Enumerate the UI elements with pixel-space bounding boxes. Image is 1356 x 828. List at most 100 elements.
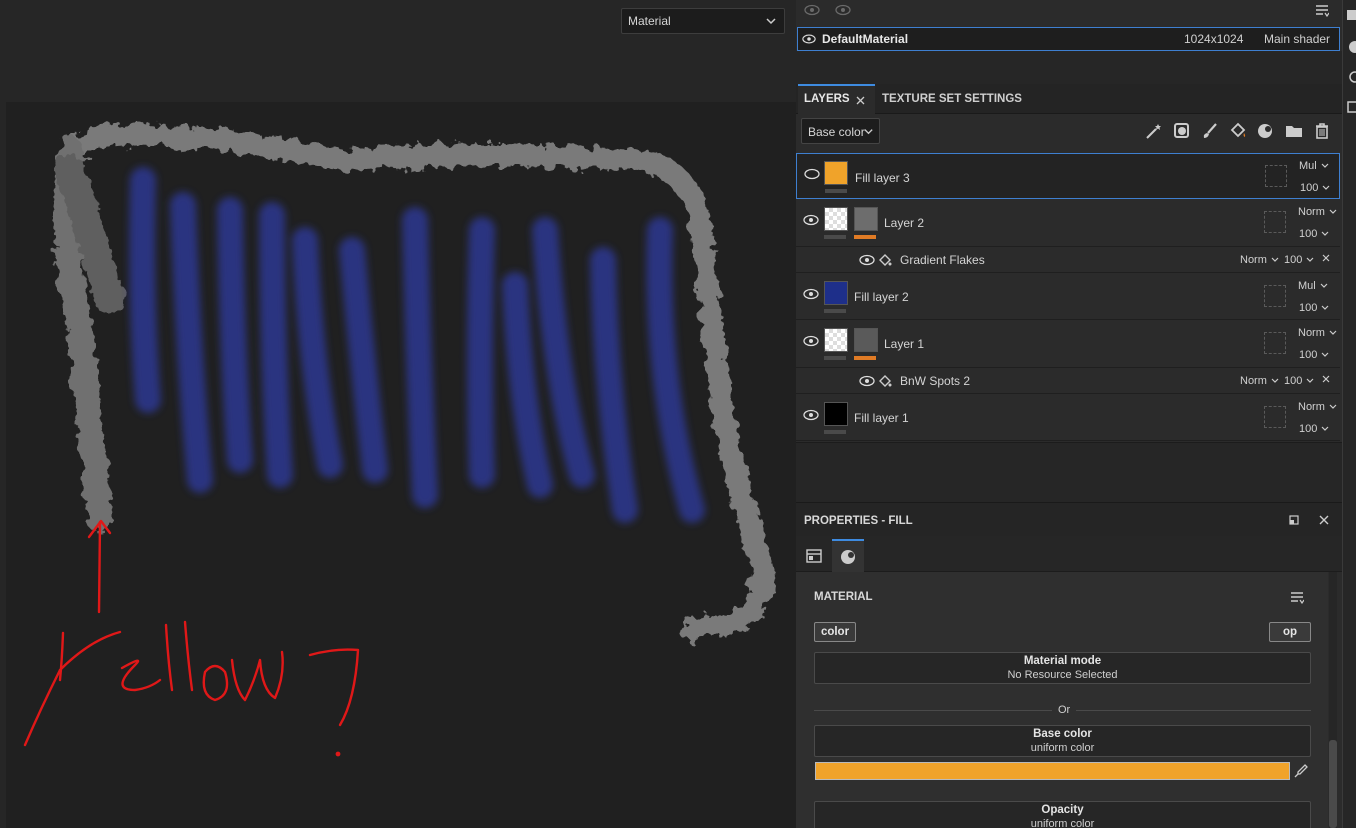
material-mode-slot[interactable]: Material mode No Resource Selected <box>814 652 1311 684</box>
layer-opacity[interactable]: 100 <box>1299 349 1329 361</box>
eye-icon[interactable] <box>803 409 819 421</box>
layer-blend-mode[interactable]: Norm <box>1298 401 1337 413</box>
viewport[interactable]: Material <box>0 0 796 828</box>
layers-toolbar: Base color <box>796 114 1342 152</box>
layer-name[interactable]: Fill layer 3 <box>855 171 910 185</box>
close-icon[interactable] <box>1322 254 1330 262</box>
effect-opacity[interactable]: 100 <box>1284 375 1314 387</box>
fill-icon[interactable] <box>1228 121 1248 141</box>
material-icon[interactable] <box>1346 40 1356 54</box>
properties-header: PROPERTIES - FILL <box>796 502 1342 536</box>
eye-icon[interactable] <box>802 33 816 45</box>
magic-wand-icon[interactable] <box>1144 121 1164 141</box>
effect-opacity[interactable]: 100 <box>1284 254 1314 266</box>
display-settings-icon[interactable] <box>1346 100 1356 114</box>
blend-value: Mul <box>1299 160 1317 172</box>
tab-material-properties[interactable] <box>832 539 864 572</box>
layer-name[interactable]: Layer 2 <box>884 216 924 230</box>
eyedropper-icon[interactable] <box>1294 764 1308 778</box>
close-icon[interactable] <box>1318 514 1330 526</box>
mask-thumbnail[interactable] <box>854 207 878 231</box>
menu-icon[interactable] <box>1315 3 1329 17</box>
layer-mask-slot[interactable] <box>1264 332 1286 354</box>
close-icon[interactable] <box>1322 375 1330 383</box>
scrollbar-thumb[interactable] <box>1329 740 1337 828</box>
folder-icon[interactable] <box>1284 121 1304 141</box>
properties-scrollbar[interactable] <box>1329 572 1337 828</box>
history-icon[interactable] <box>1346 70 1356 84</box>
texture-set-shader[interactable]: Main shader <box>1264 32 1330 46</box>
eye-icon[interactable] <box>803 335 819 347</box>
red-annotation <box>23 519 360 757</box>
shading-mode-select[interactable]: Material <box>621 8 785 34</box>
tab-fill-properties[interactable] <box>798 539 830 572</box>
layer-blend-mode[interactable]: Norm <box>1298 206 1337 218</box>
layer-opacity[interactable]: 100 <box>1299 228 1329 240</box>
layer-thumbnail[interactable] <box>824 402 848 426</box>
right-panel: DefaultMaterial 1024x1024 Main shader LA… <box>796 0 1342 828</box>
tab-texture-set-settings[interactable]: TEXTURE SET SETTINGS <box>882 84 1022 114</box>
texture-set-row[interactable]: DefaultMaterial 1024x1024 Main shader <box>797 27 1340 51</box>
layer-row-fill-layer-1[interactable]: Fill layer 1 Norm 100 <box>796 394 1340 441</box>
mask-active-bar <box>854 356 876 360</box>
effect-name[interactable]: Gradient Flakes <box>900 253 985 267</box>
eye-icon[interactable] <box>803 288 819 300</box>
hide-icon[interactable] <box>804 3 820 17</box>
layer-name[interactable]: Layer 1 <box>884 337 924 351</box>
effect-row-gradient-flakes[interactable]: Gradient Flakes Norm 100 <box>796 247 1340 273</box>
color-channel-chip[interactable]: color <box>814 622 856 642</box>
base-color-title: Base color <box>1033 728 1092 740</box>
effect-blend-mode[interactable]: Norm <box>1240 375 1279 387</box>
layer-blend-mode[interactable]: Mul <box>1298 280 1328 292</box>
layer-thumbnail[interactable] <box>824 328 848 352</box>
trash-icon[interactable] <box>1312 121 1332 141</box>
base-color-slot[interactable]: Base color uniform color <box>814 725 1311 757</box>
layer-opacity[interactable]: 100 <box>1299 423 1329 435</box>
texture-set-toolbar <box>796 0 1342 26</box>
layer-mask-slot[interactable] <box>1265 165 1287 187</box>
layer-opacity[interactable]: 100 <box>1299 302 1329 314</box>
base-color-swatch[interactable] <box>815 762 1290 780</box>
texture-set-list-area <box>796 51 1342 84</box>
layer-blend-mode[interactable]: Mul <box>1299 160 1329 172</box>
smart-mask-icon[interactable] <box>1172 121 1192 141</box>
eye-icon[interactable] <box>859 375 875 387</box>
opacity-slot[interactable]: Opacity uniform color <box>814 801 1311 828</box>
layer-row-fill-layer-3[interactable]: Fill layer 3 Mul 100 <box>796 153 1340 199</box>
effect-row-bnw-spots-2[interactable]: BnW Spots 2 Norm 100 <box>796 368 1340 394</box>
layer-row-layer-2[interactable]: Layer 2 Norm 100 <box>796 199 1340 247</box>
effect-name[interactable]: BnW Spots 2 <box>900 374 970 388</box>
eye-icon[interactable] <box>804 168 820 180</box>
undock-icon[interactable] <box>1288 514 1300 526</box>
tab-layers[interactable]: LAYERS <box>798 84 875 114</box>
layer-mask-slot[interactable] <box>1264 406 1286 428</box>
layer-mask-slot[interactable] <box>1264 285 1286 307</box>
layer-name[interactable]: Fill layer 2 <box>854 290 909 304</box>
layer-name[interactable]: Fill layer 1 <box>854 411 909 425</box>
layer-mask-slot[interactable] <box>1264 211 1286 233</box>
brush-icon[interactable] <box>1200 121 1220 141</box>
chevron-down-icon <box>1321 163 1329 168</box>
opacity-value: 100 <box>1299 349 1318 361</box>
layer-thumbnail[interactable] <box>824 207 848 231</box>
channel-value: Base color <box>808 125 865 139</box>
layer-blend-mode[interactable]: Norm <box>1298 327 1337 339</box>
layer-opacity[interactable]: 100 <box>1300 182 1330 194</box>
layer-thumbnail[interactable] <box>824 281 848 305</box>
menu-icon[interactable] <box>1290 590 1304 604</box>
texture-set-list-icon[interactable] <box>1346 8 1356 22</box>
layer-row-layer-1[interactable]: Layer 1 Norm 100 <box>796 320 1340 368</box>
op-channel-chip[interactable]: op <box>1269 622 1311 642</box>
eye-icon[interactable] <box>835 3 851 17</box>
properties-body: MATERIAL color op Material mode No Resou… <box>796 572 1328 828</box>
material-icon[interactable] <box>1256 121 1276 141</box>
channel-select[interactable]: Base color <box>801 118 880 144</box>
layer-row-fill-layer-2[interactable]: Fill layer 2 Mul 100 <box>796 273 1340 320</box>
effect-blend-mode[interactable]: Norm <box>1240 254 1279 266</box>
close-icon[interactable] <box>856 96 865 105</box>
mask-thumbnail[interactable] <box>854 328 878 352</box>
eye-icon[interactable] <box>859 254 875 266</box>
layer-thumbnail[interactable] <box>824 161 848 185</box>
eye-icon[interactable] <box>803 214 819 226</box>
layer-stack-empty-area[interactable] <box>796 442 1342 502</box>
